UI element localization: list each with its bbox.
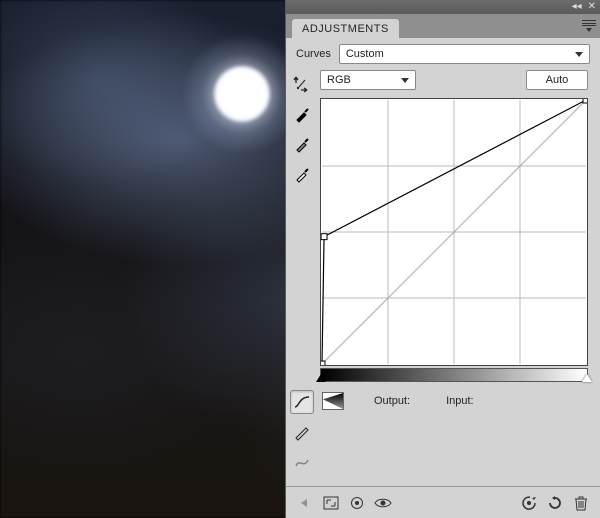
clip-to-layer-icon[interactable] bbox=[348, 494, 366, 512]
output-label: Output: bbox=[374, 395, 410, 407]
channel-select[interactable]: RGB bbox=[320, 70, 416, 90]
readout-row: Output: Input: bbox=[318, 382, 588, 410]
panel-titlebar: ◂◂ ✕ bbox=[286, 0, 600, 14]
preset-select[interactable]: Custom bbox=[339, 44, 590, 64]
chevron-down-icon bbox=[575, 52, 583, 57]
expand-view-icon[interactable] bbox=[322, 494, 340, 512]
adjustment-title: Curves bbox=[296, 48, 331, 60]
panel-footer bbox=[286, 486, 600, 518]
input-label: Input: bbox=[446, 395, 474, 407]
preset-value: Custom bbox=[346, 48, 384, 60]
pencil-mode-tool[interactable] bbox=[290, 420, 314, 444]
curves-graph[interactable] bbox=[320, 98, 588, 366]
back-icon[interactable] bbox=[296, 494, 314, 512]
targeted-adjust-tool[interactable] bbox=[290, 72, 314, 96]
delete-icon[interactable] bbox=[572, 494, 590, 512]
eyedropper-black-tool[interactable] bbox=[290, 102, 314, 126]
reset-icon[interactable] bbox=[546, 494, 564, 512]
white-point-handle[interactable] bbox=[582, 374, 592, 382]
eyedropper-gray-tool[interactable] bbox=[290, 132, 314, 156]
black-point-handle[interactable] bbox=[316, 374, 326, 382]
histogram-icon[interactable] bbox=[322, 392, 344, 410]
tab-adjustments[interactable]: ADJUSTMENTS bbox=[292, 19, 399, 38]
chevron-down-icon bbox=[401, 78, 409, 83]
toggle-visibility-icon[interactable] bbox=[374, 494, 392, 512]
collapse-icon[interactable]: ◂◂ bbox=[572, 2, 582, 12]
panel-menu-icon[interactable] bbox=[582, 20, 596, 32]
tool-column bbox=[286, 70, 318, 486]
auto-button[interactable]: Auto bbox=[526, 70, 588, 90]
previous-state-icon[interactable] bbox=[520, 494, 538, 512]
smooth-tool[interactable] bbox=[290, 450, 314, 474]
tab-row: ADJUSTMENTS bbox=[286, 14, 600, 38]
input-range-slider[interactable] bbox=[320, 368, 588, 382]
preset-row: Curves Custom bbox=[286, 38, 600, 70]
adjustments-panel: ◂◂ ✕ ADJUSTMENTS Curves Custom bbox=[285, 0, 600, 518]
close-icon[interactable]: ✕ bbox=[588, 2, 596, 12]
curve-mode-tool[interactable] bbox=[290, 390, 314, 414]
eyedropper-white-tool[interactable] bbox=[290, 162, 314, 186]
channel-value: RGB bbox=[327, 74, 351, 86]
